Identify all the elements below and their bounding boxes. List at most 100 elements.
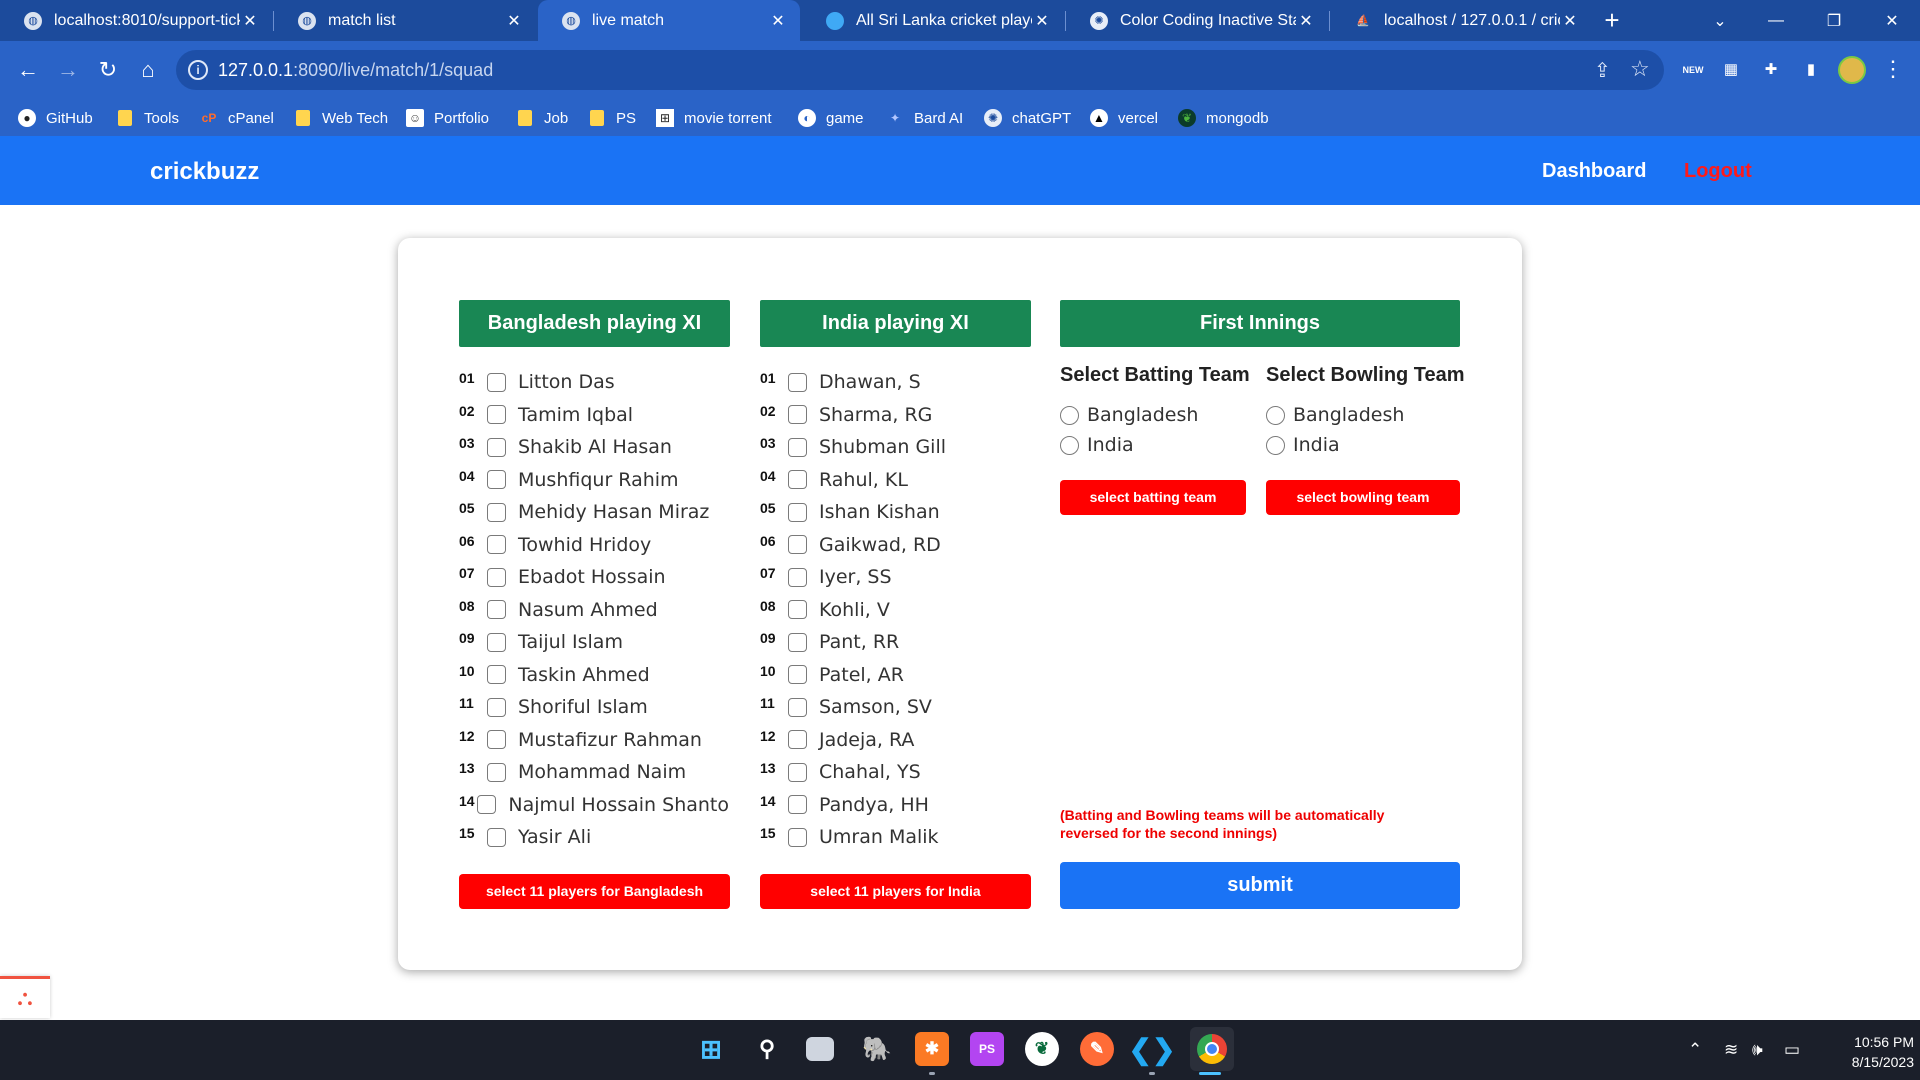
search-icon[interactable]: ⚲ [750,1032,784,1066]
player-row[interactable]: 06 Towhid Hridoy [459,529,729,562]
close-icon[interactable]: ✕ [240,11,260,31]
player-row[interactable]: 11 Shoriful Islam [459,691,729,724]
player-row[interactable]: 15 Umran Malik [760,821,1030,854]
player-row[interactable]: 07 Ebadot Hossain [459,561,729,594]
browser-tab[interactable]: ◍ localhost:8010/support-tick ✕ [0,0,272,41]
radio-button[interactable] [1060,435,1079,455]
player-row[interactable]: 11 Samson, SV [760,691,1030,724]
new-tab-button[interactable]: + [1596,4,1628,36]
back-icon[interactable]: ← [14,56,42,84]
player-checkbox[interactable] [487,470,506,490]
player-checkbox[interactable] [788,697,807,717]
kebab-menu-icon[interactable]: ⋮ [1882,56,1904,82]
bookmark-vercel[interactable]: ▲ vercel [1090,107,1158,129]
select-team1-players-button[interactable]: select 11 players for Bangladesh [459,874,730,909]
close-icon[interactable]: ✕ [1296,11,1316,31]
player-checkbox[interactable] [487,535,506,555]
url-text[interactable]: 127.0.0.1:8090/live/match/1/squad [218,60,493,81]
mongodb-compass-icon[interactable]: ❦ [1025,1032,1059,1066]
restore-icon[interactable]: ❐ [1806,0,1862,41]
wifi-icon[interactable]: ≋ [1724,1040,1738,1060]
address-bar[interactable]: i 127.0.0.1:8090/live/match/1/squad ⇪ ☆ [176,50,1664,90]
player-checkbox[interactable] [788,795,807,815]
profile-avatar[interactable] [1838,56,1866,84]
batting-radio-team1[interactable]: Bangladesh [1060,404,1198,426]
player-checkbox[interactable] [487,405,506,425]
bookmark-portfolio[interactable]: ☺ Portfolio [406,107,489,129]
radio-button[interactable] [1060,405,1079,425]
extension-icon[interactable]: ▦ [1720,59,1742,81]
player-checkbox[interactable] [487,730,506,750]
postgres-icon[interactable]: 🐘 [860,1032,894,1066]
player-checkbox[interactable] [788,730,807,750]
player-row[interactable]: 05 Ishan Kishan [760,496,1030,529]
player-row[interactable]: 02 Tamim Iqbal [459,399,729,432]
select-team2-players-button[interactable]: select 11 players for India [760,874,1031,909]
player-checkbox[interactable] [487,600,506,620]
player-row[interactable]: 03 Shakib Al Hasan [459,431,729,464]
player-checkbox[interactable] [788,437,807,457]
bookmark-chatgpt[interactable]: ✺ chatGPT [984,107,1071,129]
site-info-icon[interactable]: i [188,60,208,80]
player-row[interactable]: 08 Kohli, V [760,594,1030,627]
close-icon[interactable]: ✕ [1032,11,1052,31]
radio-button[interactable] [1266,435,1285,455]
share-icon[interactable]: ⇪ [1594,58,1611,83]
submit-button[interactable]: submit [1060,862,1460,909]
player-row[interactable]: 12 Mustafizur Rahman [459,724,729,757]
player-checkbox[interactable] [487,762,506,782]
laravel-debugbar-icon[interactable]: ⛬ [0,976,50,1018]
player-row[interactable]: 01 Dhawan, S [760,366,1030,399]
player-checkbox[interactable] [487,827,506,847]
player-row[interactable]: 07 Iyer, SS [760,561,1030,594]
player-checkbox[interactable] [788,665,807,685]
reload-icon[interactable]: ↻ [94,56,122,84]
player-row[interactable]: 09 Pant, RR [760,626,1030,659]
close-icon[interactable]: ✕ [768,11,788,31]
browser-tab[interactable]: All Sri Lanka cricket players, ✕ [802,0,1064,41]
player-row[interactable]: 09 Taijul Islam [459,626,729,659]
player-row[interactable]: 03 Shubman Gill [760,431,1030,464]
side-panel-icon[interactable]: ▮ [1800,59,1822,81]
bowling-radio-team1[interactable]: Bangladesh [1266,404,1404,426]
player-checkbox[interactable] [788,827,807,847]
player-checkbox[interactable] [788,632,807,652]
player-row[interactable]: 13 Chahal, YS [760,756,1030,789]
batting-radio-team2[interactable]: India [1060,434,1134,456]
player-checkbox[interactable] [487,632,506,652]
bookmark-mongodb[interactable]: ❦ mongodb [1178,107,1269,129]
player-row[interactable]: 10 Patel, AR [760,659,1030,692]
player-checkbox[interactable] [788,470,807,490]
close-icon[interactable]: ✕ [1560,11,1580,31]
player-checkbox[interactable] [487,502,506,522]
player-row[interactable]: 04 Mushfiqur Rahim [459,464,729,497]
browser-tab-active[interactable]: ◍ live match ✕ [538,0,800,41]
bookmark-job[interactable]: Job [516,107,568,129]
nav-logout-link[interactable]: Logout [1684,160,1752,183]
windows-start-icon[interactable]: ⊞ [694,1032,728,1066]
player-row[interactable]: 10 Taskin Ahmed [459,659,729,692]
player-checkbox[interactable] [788,502,807,522]
bookmark-cpanel[interactable]: cP cPanel [200,107,274,129]
browser-tab[interactable]: ⛵ localhost / 127.0.0.1 / cricke ✕ [1330,0,1592,41]
bowling-radio-team2[interactable]: India [1266,434,1340,456]
player-row[interactable]: 13 Mohammad Naim [459,756,729,789]
player-row[interactable]: 06 Gaikwad, RD [760,529,1030,562]
bookmark-star-icon[interactable]: ☆ [1630,56,1650,82]
player-checkbox[interactable] [487,665,506,685]
player-row[interactable]: 05 Mehidy Hasan Miraz [459,496,729,529]
player-checkbox[interactable] [487,437,506,457]
window-close-icon[interactable]: ✕ [1864,0,1920,41]
forward-icon[interactable]: → [54,56,82,84]
player-checkbox[interactable] [788,567,807,587]
player-checkbox[interactable] [788,535,807,555]
player-row[interactable]: 15 Yasir Ali [459,821,729,854]
player-row[interactable]: 12 Jadeja, RA [760,724,1030,757]
close-icon[interactable]: ✕ [504,11,524,31]
player-row[interactable]: 08 Nasum Ahmed [459,594,729,627]
brand-logo[interactable]: crickbuzz [150,158,259,186]
browser-tab[interactable]: ◍ match list ✕ [274,0,536,41]
bookmark-webtech[interactable]: Web Tech [294,107,388,129]
player-row[interactable]: 04 Rahul, KL [760,464,1030,497]
player-checkbox[interactable] [788,405,807,425]
